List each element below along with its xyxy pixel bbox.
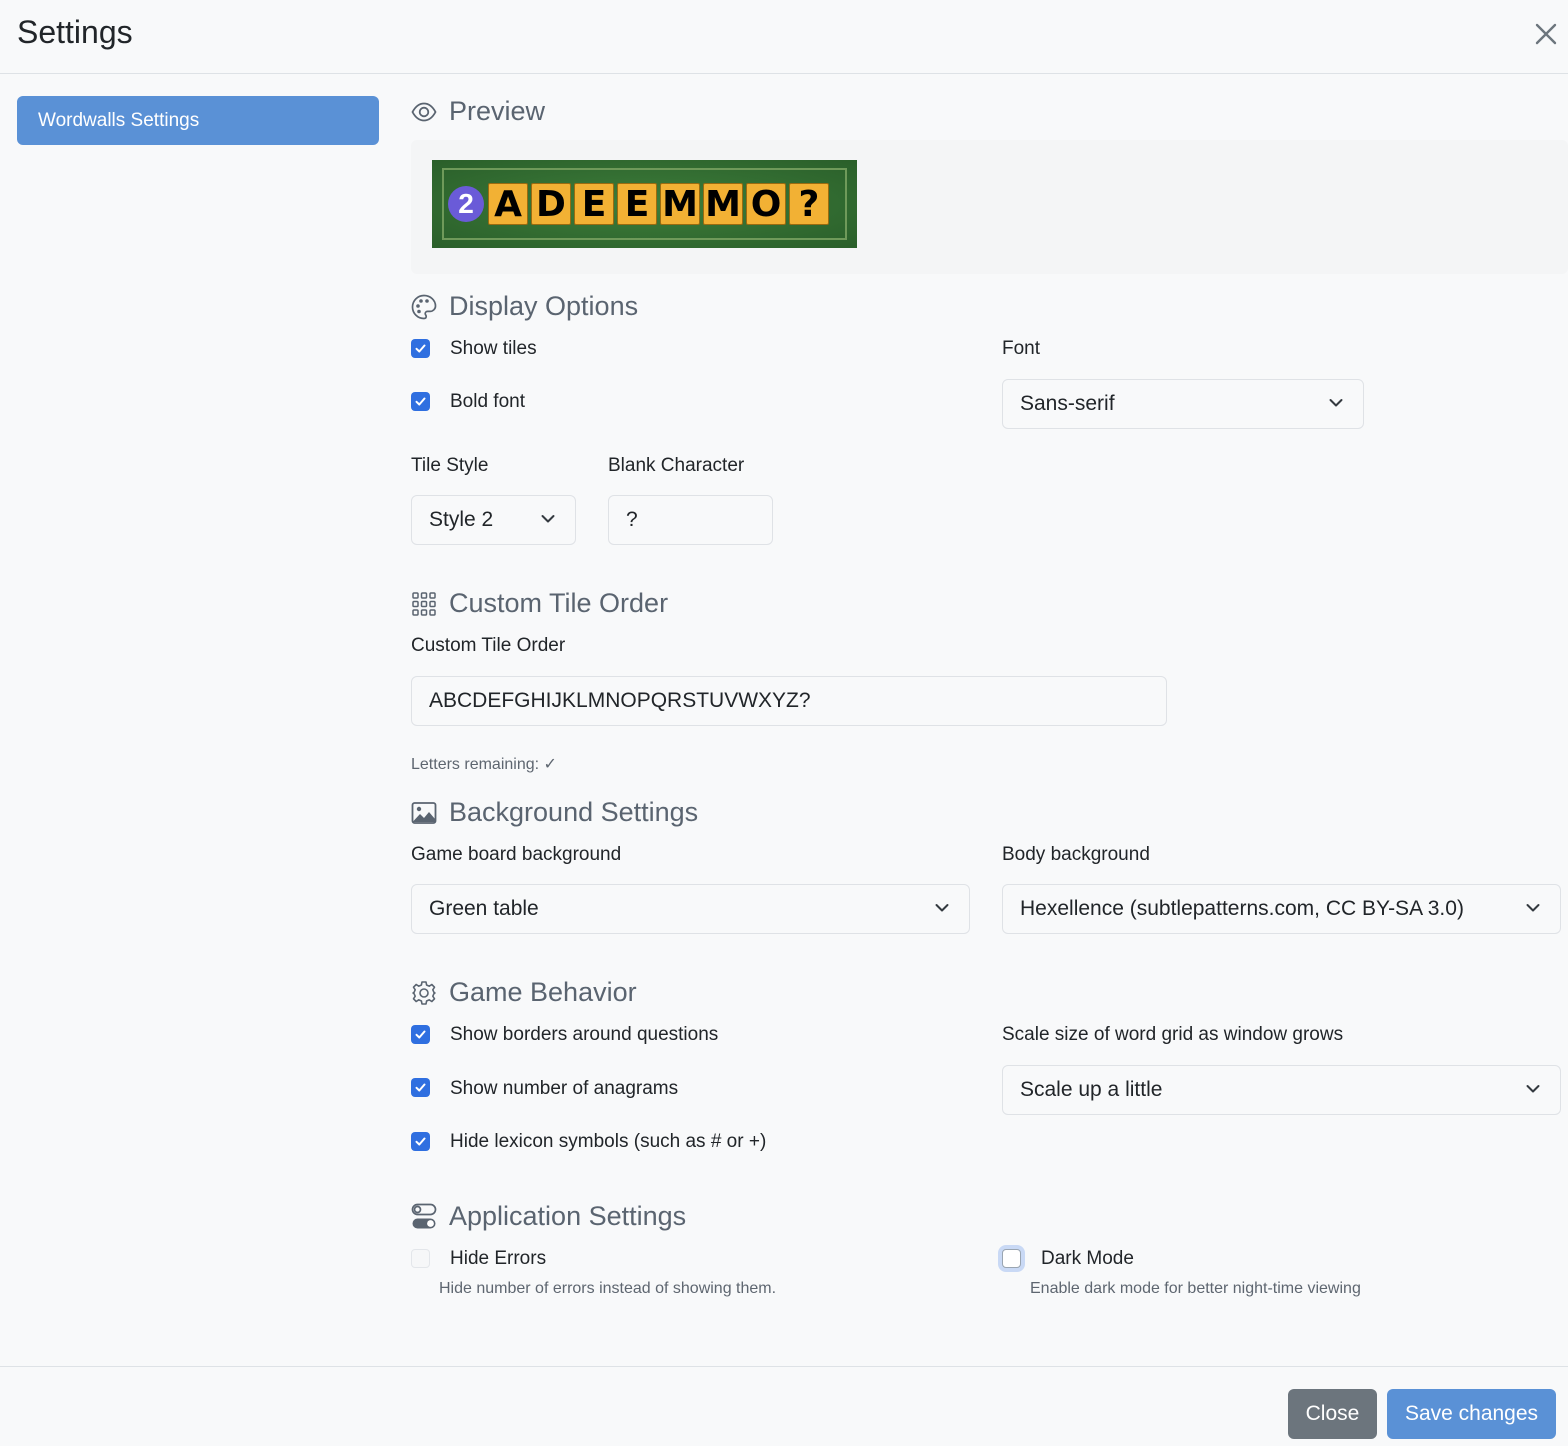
tile-style-value: Style 2 [429, 508, 494, 531]
toggles-icon [411, 1203, 437, 1228]
display-options-heading: Display Options [411, 291, 638, 322]
scale-size-value: Scale up a little [1020, 1078, 1163, 1101]
eye-icon [411, 102, 437, 121]
anagram-count-badge: 2 [448, 186, 484, 222]
background-settings-heading: Background Settings [411, 797, 698, 828]
hide-lexicon-symbols-label[interactable]: Hide lexicon symbols (such as # or +) [450, 1131, 766, 1153]
hide-errors-help: Hide number of errors instead of showing… [439, 1280, 777, 1297]
modal-footer: Close Save changes [0, 1366, 1568, 1446]
checkmark-icon [415, 1137, 426, 1146]
game-behavior-heading: Game Behavior [411, 977, 637, 1008]
custom-tile-order-title: Custom Tile Order [449, 588, 669, 618]
image-icon [411, 801, 437, 824]
settings-sidebar: Wordwalls Settings [17, 96, 379, 145]
save-changes-button[interactable]: Save changes [1387, 1389, 1556, 1439]
custom-tile-order-label: Custom Tile Order [411, 635, 566, 656]
show-anagrams-checkbox[interactable] [411, 1078, 430, 1097]
preview-tile: M [703, 183, 743, 225]
hide-errors-checkbox[interactable] [411, 1249, 430, 1268]
game-board-background-select[interactable]: Green table [411, 884, 970, 934]
chevron-down-icon [1329, 399, 1343, 407]
font-label: Font [1002, 338, 1041, 359]
preview-tile: ? [789, 183, 829, 225]
letters-remaining-text: Letters remaining: ✓ [411, 756, 557, 773]
show-tiles-label[interactable]: Show tiles [450, 338, 537, 360]
application-settings-title: Application Settings [449, 1201, 687, 1231]
font-select-value: Sans-serif [1020, 392, 1115, 415]
body-background-select[interactable]: Hexellence (subtlepatterns.com, CC BY-SA… [1002, 884, 1561, 934]
tile-style-select[interactable]: Style 2 [411, 495, 576, 545]
preview-tile: M [660, 183, 700, 225]
gear-icon [412, 980, 436, 1005]
bold-font-label[interactable]: Bold font [450, 391, 525, 413]
game-board-background-label: Game board background [411, 844, 622, 865]
grid-icon [412, 591, 436, 616]
show-borders-label[interactable]: Show borders around questions [450, 1024, 718, 1046]
custom-tile-order-input[interactable]: ABCDEFGHIJKLMNOPQRSTUVWXYZ? [411, 676, 1167, 726]
background-settings-title: Background Settings [449, 797, 699, 827]
close-icon[interactable] [1530, 18, 1562, 50]
hide-lexicon-symbols-checkbox[interactable] [411, 1132, 430, 1151]
checkmark-icon [415, 397, 426, 406]
dark-mode-label[interactable]: Dark Mode [1041, 1248, 1134, 1270]
preview-tile: E [617, 183, 657, 225]
body-background-value: Hexellence (subtlepatterns.com, CC BY-SA… [1020, 897, 1464, 920]
application-settings-heading: Application Settings [411, 1201, 686, 1232]
preview-tile: O [746, 183, 786, 225]
preview-title: Preview [449, 96, 546, 126]
blank-character-label: Blank Character [608, 455, 745, 476]
show-anagrams-label[interactable]: Show number of anagrams [450, 1078, 678, 1100]
show-borders-checkbox[interactable] [411, 1025, 430, 1044]
font-select[interactable]: Sans-serif [1002, 379, 1364, 429]
preview-tile: E [574, 183, 614, 225]
preview-tile: D [531, 183, 571, 225]
chevron-down-icon [935, 904, 949, 912]
custom-tile-order-heading: Custom Tile Order [411, 588, 668, 619]
chevron-down-icon [1526, 1085, 1540, 1093]
palette-icon [411, 294, 437, 319]
tile-style-label: Tile Style [411, 455, 489, 476]
chevron-down-icon [541, 515, 555, 523]
modal-header: Settings [0, 0, 1568, 74]
body-background-label: Body background [1002, 844, 1150, 865]
chevron-down-icon [1526, 904, 1540, 912]
preview-question: 2 A D E E M M O ? [442, 168, 847, 240]
sidebar-item-wordwalls-settings[interactable]: Wordwalls Settings [17, 96, 379, 145]
display-options-title: Display Options [449, 291, 639, 321]
scale-size-label: Scale size of word grid as window grows [1002, 1024, 1344, 1045]
show-tiles-checkbox[interactable] [411, 339, 430, 358]
preview-board: 2 A D E E M M O ? [432, 160, 857, 248]
blank-character-input[interactable]: ? [608, 495, 773, 545]
modal-title: Settings [17, 14, 133, 50]
scale-size-select[interactable]: Scale up a little [1002, 1065, 1561, 1115]
preview-heading: Preview [411, 96, 545, 127]
bold-font-checkbox[interactable] [411, 392, 430, 411]
preview-tile: A [488, 183, 528, 225]
checkmark-icon [415, 1030, 426, 1039]
game-board-background-value: Green table [429, 897, 539, 920]
preview-box: 2 A D E E M M O ? [411, 140, 1568, 274]
hide-errors-label[interactable]: Hide Errors [450, 1248, 546, 1270]
checkmark-icon [415, 1083, 426, 1092]
dark-mode-help: Enable dark mode for better night-time v… [1030, 1280, 1361, 1297]
game-behavior-title: Game Behavior [449, 977, 637, 1007]
dark-mode-checkbox[interactable] [1002, 1249, 1021, 1268]
checkmark-icon [415, 344, 426, 353]
close-button[interactable]: Close [1288, 1389, 1377, 1439]
